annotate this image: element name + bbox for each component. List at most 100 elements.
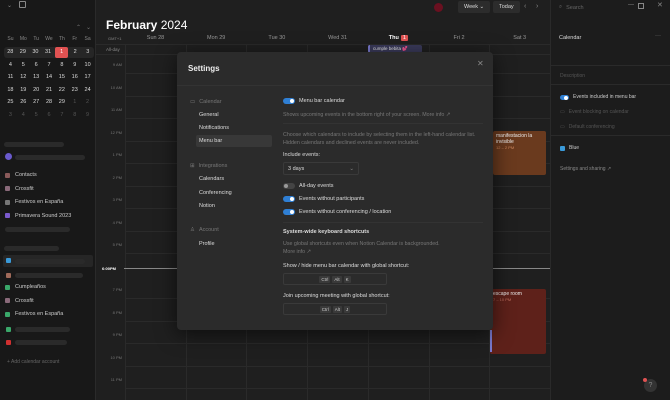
calendar-item[interactable]: Contacts — [5, 170, 37, 180]
mini-day[interactable]: 8 — [55, 60, 68, 71]
day-header[interactable]: Sun 28 — [125, 35, 186, 41]
without-participants-toggle[interactable]: Events without participants — [283, 196, 364, 202]
mini-day[interactable]: 21 — [43, 85, 56, 96]
close-window-icon[interactable]: ✕ — [657, 1, 663, 9]
next-week-icon[interactable]: › — [536, 3, 538, 10]
mini-day[interactable]: 14 — [43, 72, 56, 83]
mini-day[interactable]: 15 — [55, 72, 68, 83]
more-icon[interactable]: ··· — [655, 33, 661, 39]
day-header[interactable]: Sat 3 — [489, 35, 550, 41]
mini-day[interactable]: 7 — [43, 60, 56, 71]
mini-day[interactable]: 6 — [43, 110, 56, 121]
event-escape-room[interactable]: escape room 7 – 10 PM — [490, 289, 546, 354]
settings-sharing-link[interactable]: Settings and sharing ↗ — [560, 166, 611, 172]
nav-general[interactable]: General — [199, 112, 219, 118]
menu-bar-toggle[interactable]: Events included in menu bar — [560, 94, 636, 100]
mini-day[interactable]: 20 — [30, 85, 43, 96]
mini-day[interactable]: 19 — [17, 85, 30, 96]
calendar-checkbox-icon[interactable] — [5, 311, 10, 317]
event-manifestacion[interactable]: manifestacion la invisible 12 – 2 PM — [493, 131, 546, 175]
calendar-checkbox-icon[interactable] — [5, 284, 10, 290]
mini-day[interactable]: 1 — [68, 97, 81, 108]
mini-day[interactable]: 31 — [42, 47, 55, 58]
mini-day[interactable]: 23 — [68, 85, 81, 96]
mini-day[interactable]: 9 — [68, 60, 81, 71]
nav-notifications[interactable]: Notifications — [199, 125, 229, 131]
nav-menu-bar[interactable]: Menu bar — [196, 135, 272, 147]
next-month-icon[interactable]: ⌄ — [86, 24, 91, 31]
mini-day[interactable]: 3 — [4, 110, 17, 121]
calendar-item[interactable]: Festivos en España — [5, 197, 63, 207]
mini-day[interactable]: 27 — [30, 97, 43, 108]
event-blocking-option[interactable]: ▭ Event blocking on calendar — [560, 109, 629, 115]
mini-day[interactable]: 11 — [4, 72, 17, 83]
description-field[interactable]: Description — [560, 73, 585, 79]
mini-day[interactable]: 5 — [30, 110, 43, 121]
day-header[interactable]: Thu 1 — [368, 35, 429, 41]
mini-day[interactable]: 28 — [4, 47, 17, 58]
mini-day[interactable]: 6 — [30, 60, 43, 71]
mini-day[interactable]: 8 — [68, 110, 81, 121]
nav-conferencing[interactable]: Conferencing — [199, 190, 232, 196]
default-conferencing-option[interactable]: ▭ Default conferencing — [560, 124, 615, 130]
day-header[interactable]: Mon 29 — [186, 35, 247, 41]
mini-day[interactable]: 2 — [81, 97, 94, 108]
allday-events-toggle[interactable]: All-day events — [283, 183, 334, 189]
calendar-checkbox-icon[interactable] — [5, 172, 10, 178]
calendar-item[interactable]: Festivos en España — [5, 309, 63, 319]
mini-day[interactable]: 7 — [55, 110, 68, 121]
view-select[interactable]: Week ⌄ — [458, 1, 491, 13]
mini-day[interactable]: 18 — [4, 85, 17, 96]
nav-profile[interactable]: Profile — [199, 241, 215, 247]
mini-day[interactable]: 17 — [81, 72, 94, 83]
mini-day[interactable]: 13 — [30, 72, 43, 83]
mini-day[interactable]: 24 — [81, 85, 94, 96]
mini-day[interactable]: 5 — [17, 60, 30, 71]
include-events-select[interactable]: 3 days ⌄ — [283, 162, 359, 175]
mini-day[interactable]: 2 — [69, 47, 82, 58]
account-avatar[interactable] — [5, 153, 12, 160]
mini-day[interactable]: 22 — [55, 85, 68, 96]
maximize-icon[interactable] — [638, 3, 644, 9]
mini-day[interactable]: 29 — [17, 47, 30, 58]
mini-day[interactable]: 29 — [55, 97, 68, 108]
mini-day[interactable]: 9 — [81, 110, 94, 121]
nav-calendars[interactable]: Calendars — [199, 176, 224, 182]
mini-day[interactable]: 3 — [81, 47, 94, 58]
calendar-checkbox-icon[interactable] — [5, 186, 10, 191]
day-header[interactable]: Fri 2 — [429, 35, 490, 41]
mini-day[interactable]: 26 — [17, 97, 30, 108]
nav-notion[interactable]: Notion — [199, 203, 215, 209]
calendar-item[interactable]: Primavera Sound 2023 — [5, 211, 71, 221]
without-conferencing-toggle[interactable]: Events without conferencing / location — [283, 209, 391, 215]
mini-day[interactable]: 30 — [29, 47, 42, 58]
prev-week-icon[interactable]: ‹ — [524, 3, 526, 10]
mini-day[interactable]: 12 — [17, 72, 30, 83]
chevron-down-icon[interactable]: ⌄ — [7, 2, 12, 9]
user-avatar[interactable] — [434, 3, 443, 12]
search-input[interactable]: ⌕ Search — [559, 4, 584, 11]
mini-day[interactable]: 1 — [55, 47, 68, 58]
add-calendar-account-link[interactable]: + Add calendar account — [7, 359, 59, 365]
mini-day[interactable]: 10 — [81, 60, 94, 71]
calendar-item-selected[interactable] — [3, 255, 93, 267]
today-button[interactable]: Today — [493, 1, 520, 13]
minimize-icon[interactable]: — — [628, 2, 634, 8]
calendar-checkbox-icon[interactable] — [5, 213, 10, 218]
sidebar-toggle-icon[interactable] — [19, 1, 26, 8]
day-header[interactable]: Tue 30 — [246, 35, 307, 41]
prev-month-icon[interactable]: ⌃ — [76, 24, 81, 31]
calendar-checkbox-icon[interactable] — [5, 298, 10, 303]
more-info-link[interactable]: More info ↗ — [283, 249, 311, 257]
calendar-item[interactable]: Crossfit — [5, 296, 34, 306]
menu-bar-calendar-toggle[interactable]: Menu bar calendar — [283, 98, 345, 104]
mini-day[interactable]: 4 — [17, 110, 30, 121]
mini-day[interactable]: 25 — [4, 97, 17, 108]
mini-day[interactable]: 28 — [43, 97, 56, 108]
show-hide-shortcut-input[interactable]: Ctrl Alt K — [283, 273, 387, 285]
close-icon[interactable]: ✕ — [477, 59, 484, 68]
calendar-item[interactable]: Crossfit — [5, 184, 34, 194]
mini-day[interactable]: 16 — [68, 72, 81, 83]
color-select[interactable]: Blue — [560, 145, 579, 151]
join-meeting-shortcut-input[interactable]: Ctrl Alt J — [283, 303, 387, 315]
